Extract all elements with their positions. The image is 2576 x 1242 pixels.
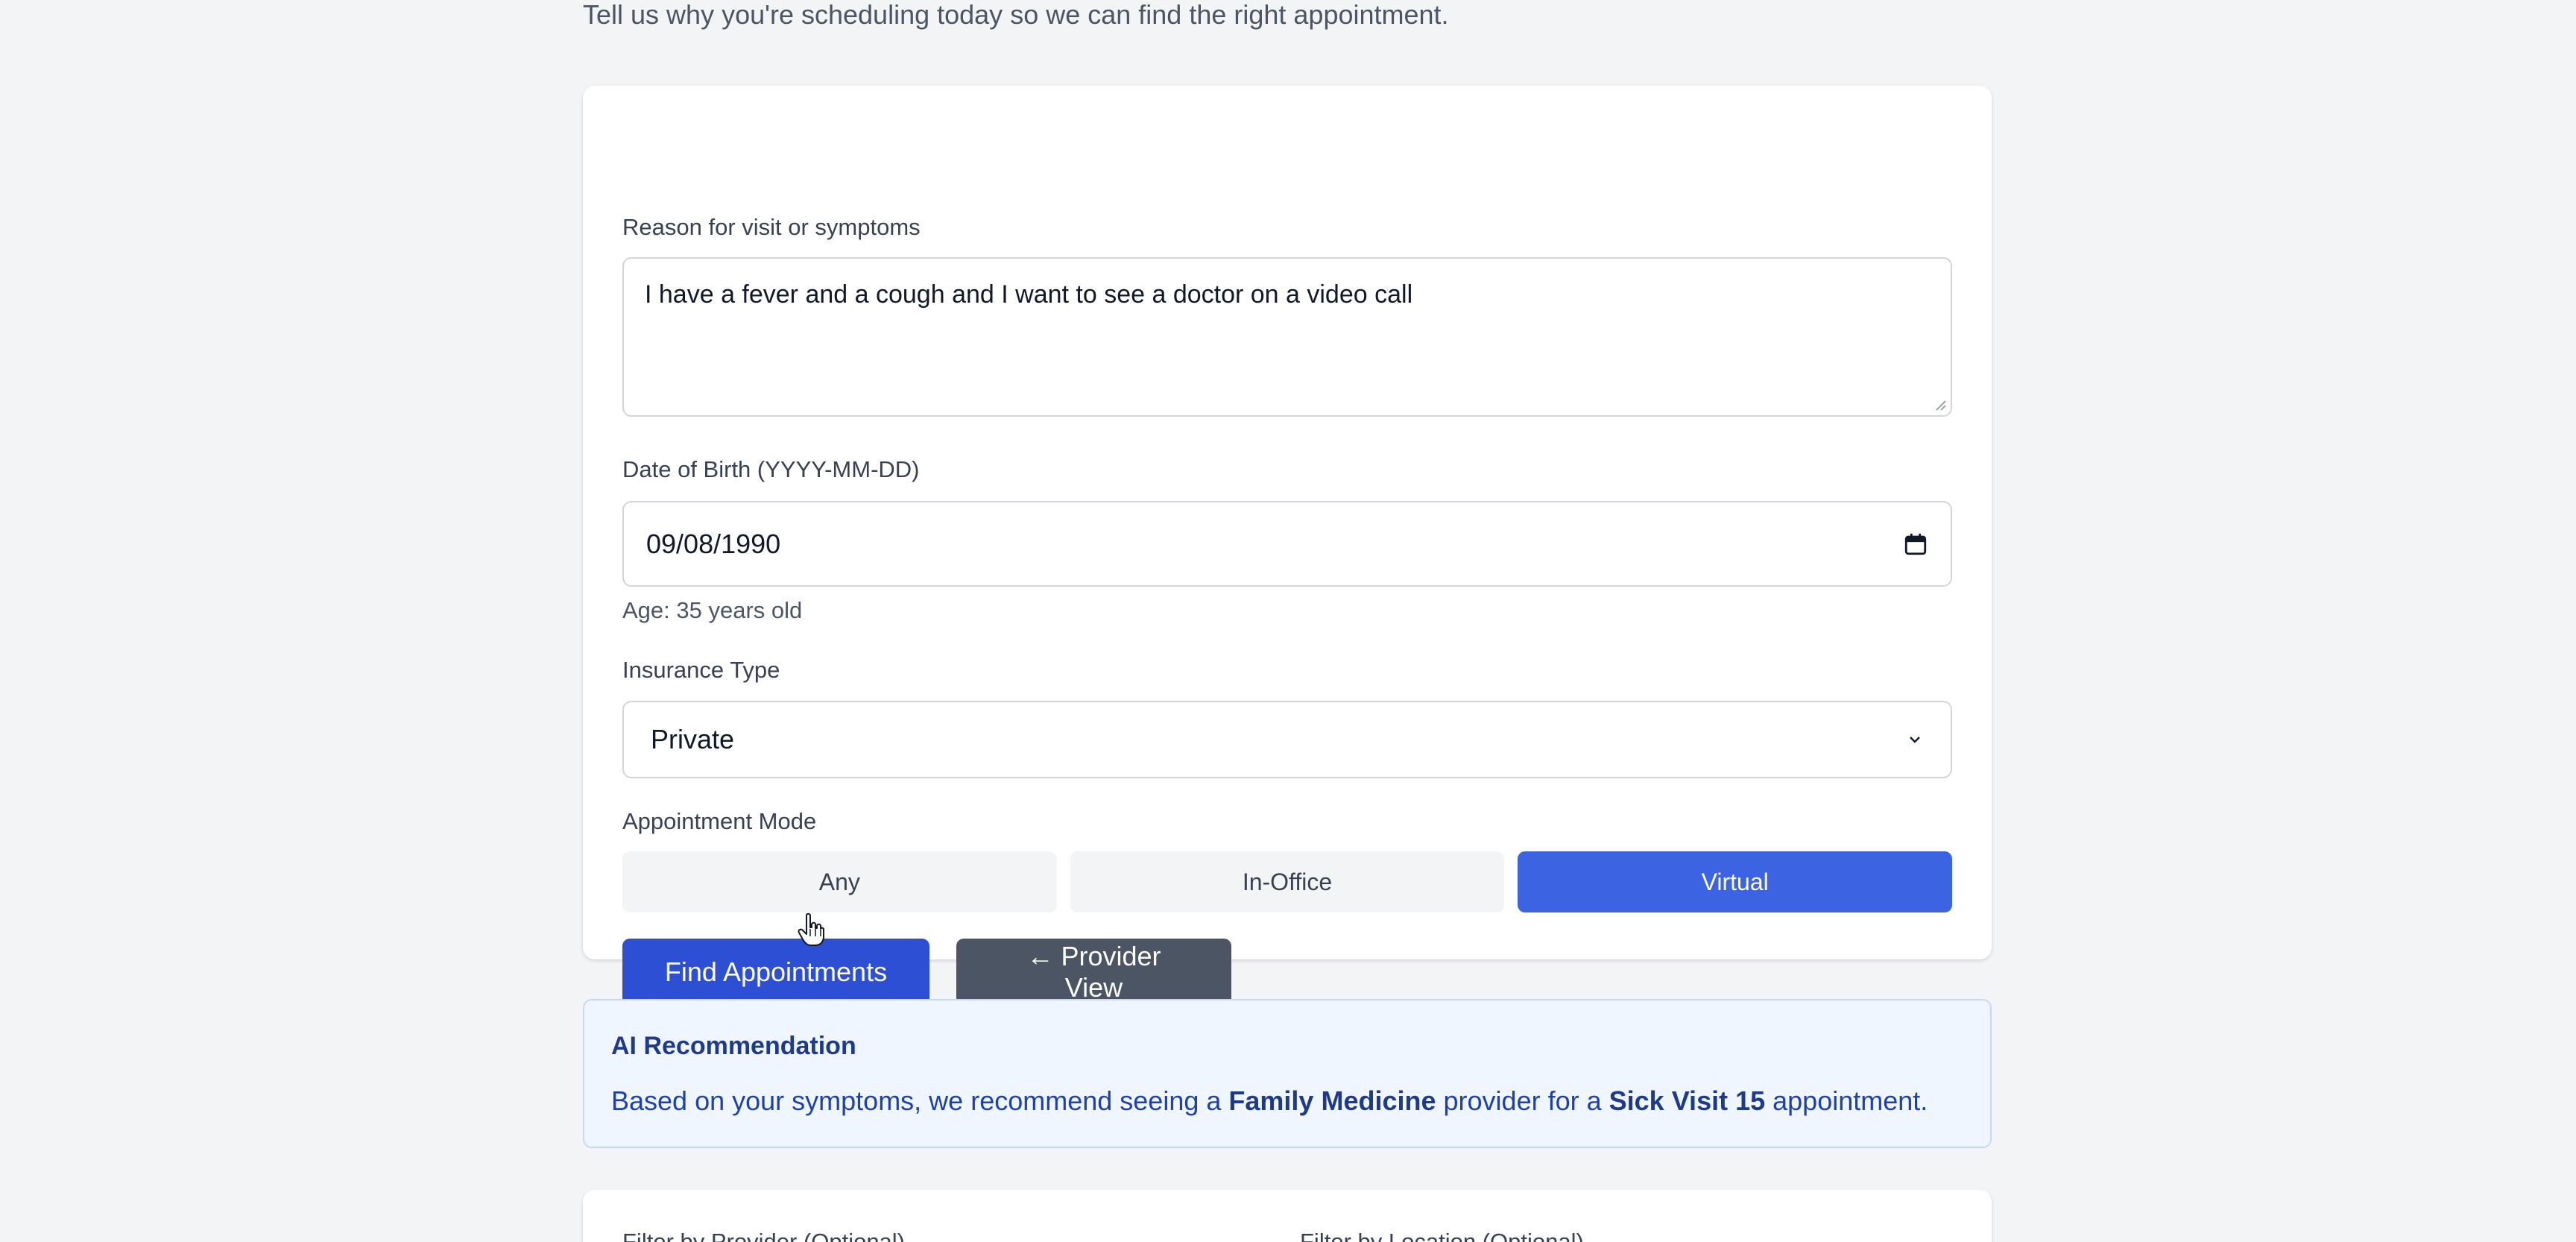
- scheduling-form-card: Reason for visit or symptoms I have a fe…: [583, 86, 1992, 1006]
- dob-input[interactable]: 09/08/1990: [622, 501, 1952, 587]
- appointment-mode-group: Any In-Office Virtual: [622, 851, 1953, 912]
- scheduling-page: Tell us why you're scheduling today so w…: [0, 0, 2576, 1242]
- mode-label: Appointment Mode: [622, 808, 817, 834]
- find-appointments-button[interactable]: Find Appointments: [622, 939, 929, 1006]
- reason-textarea[interactable]: I have a fever and a cough and I want to…: [622, 257, 1952, 417]
- form-actions: Find Appointments ← Provider View: [622, 939, 1231, 1006]
- ai-specialty: Family Medicine: [1228, 1085, 1436, 1116]
- chevron-down-icon: [1910, 737, 1920, 743]
- dob-value: 09/08/1990: [646, 528, 781, 559]
- ai-text-suffix: appointment.: [1772, 1085, 1928, 1116]
- ai-recommendation-title: AI Recommendation: [611, 1032, 856, 1060]
- insurance-label: Insurance Type: [622, 657, 780, 683]
- insurance-select[interactable]: Private: [622, 701, 1952, 778]
- ai-recommendation-card: AI Recommendation Based on your symptoms…: [583, 999, 1992, 1148]
- resize-grip-icon[interactable]: [1933, 397, 1946, 411]
- hand-cursor-icon: [798, 912, 824, 946]
- provider-filter-label: Filter by Provider (Optional): [622, 1229, 906, 1242]
- insurance-value: Private: [651, 724, 735, 754]
- ai-visit-type: Sick Visit 15: [1609, 1085, 1766, 1116]
- age-hint: Age: 35 years old: [622, 597, 803, 623]
- mode-any-button[interactable]: Any: [622, 851, 1057, 912]
- reason-text: I have a fever and a cough and I want to…: [645, 280, 1413, 309]
- mode-in-office-button[interactable]: In-Office: [1070, 851, 1505, 912]
- ai-text-middle: provider for a: [1443, 1085, 1602, 1116]
- ai-recommendation-text: Based on your symptoms, we recommend see…: [611, 1085, 1928, 1117]
- location-filter-label: Filter by Location (Optional): [1300, 1229, 1584, 1242]
- provider-view-button[interactable]: ← Provider View: [956, 939, 1231, 1006]
- reason-label: Reason for visit or symptoms: [622, 214, 921, 240]
- dob-label: Date of Birth (YYYY-MM-DD): [622, 456, 920, 482]
- page-subtitle: Tell us why you're scheduling today so w…: [583, 0, 1449, 30]
- mode-virtual-button[interactable]: Virtual: [1518, 851, 1953, 912]
- filters-card: Filter by Provider (Optional) Filter by …: [583, 1190, 1992, 1242]
- calendar-icon[interactable]: [1903, 532, 1928, 557]
- ai-text-prefix: Based on your symptoms, we recommend see…: [611, 1085, 1222, 1116]
